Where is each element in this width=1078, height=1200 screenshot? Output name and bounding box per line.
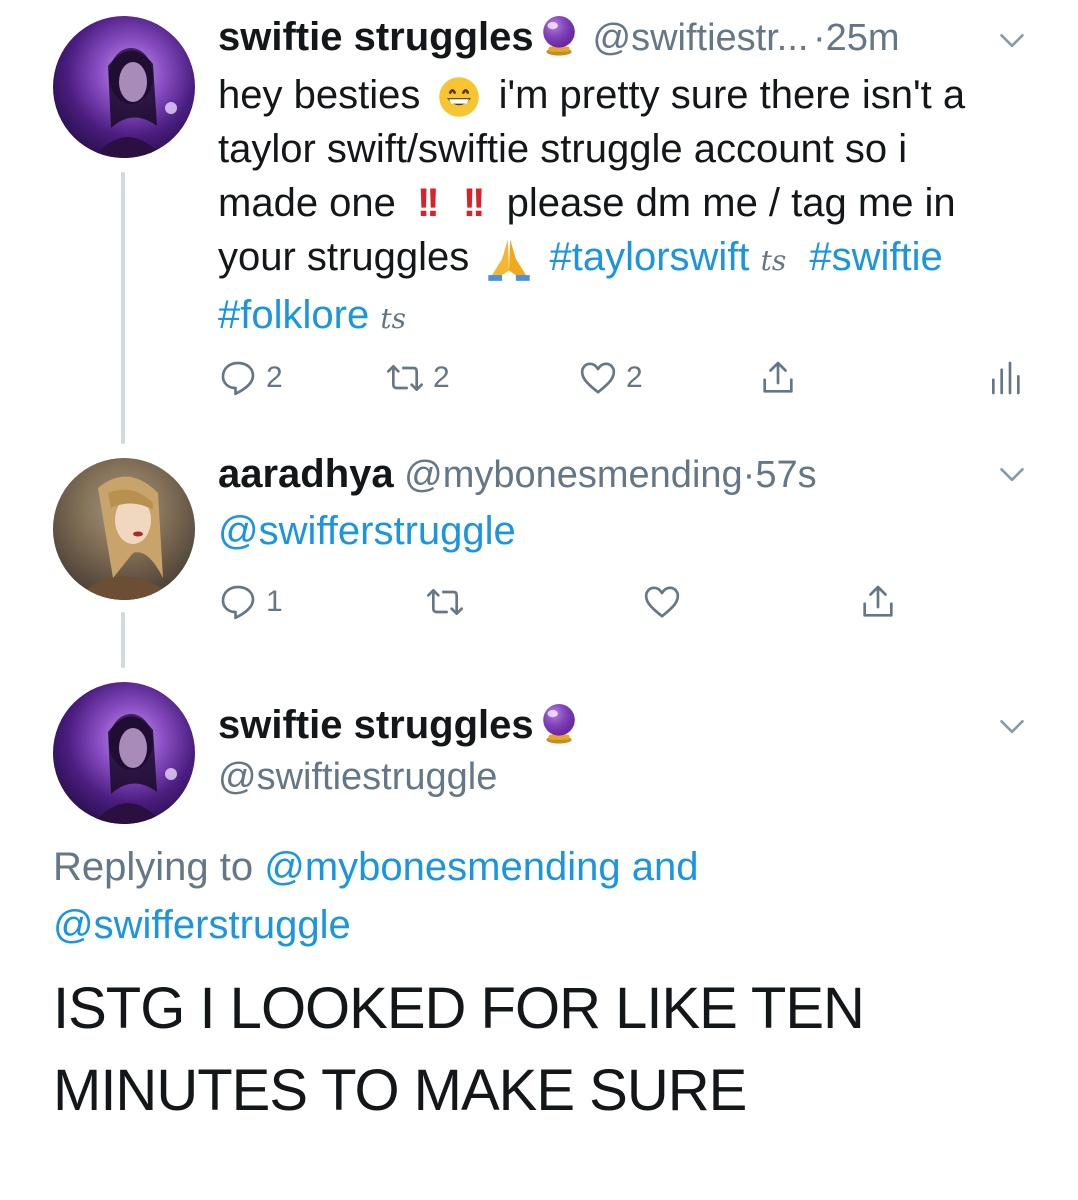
text-line: ISTG I LOOKED FOR LIKE TEN: [53, 976, 865, 1041]
mention-link[interactable]: @swifferstruggle: [53, 903, 351, 947]
grinning-face-icon: [439, 77, 480, 118]
avatar[interactable]: [53, 16, 195, 158]
user-handle[interactable]: @swiftiestr...: [593, 17, 809, 59]
thread-line: [121, 612, 125, 668]
tweet-header: swiftie struggles: [218, 702, 580, 748]
text-segment: i'm pretty sure there isn't a: [498, 73, 966, 117]
analytics-icon: [992, 361, 1020, 395]
reply-line: Replying to @mybonesmending and: [53, 838, 1053, 896]
text-line: hey besties i'm pretty sure there isn't …: [218, 68, 1058, 122]
analytics-button[interactable]: [985, 358, 1025, 398]
hashflag-badge: ts: [380, 302, 406, 335]
display-name[interactable]: aaradhya: [218, 452, 394, 496]
display-name[interactable]: swiftie struggles: [218, 15, 534, 59]
like-icon: [644, 586, 680, 618]
text-line: MINUTES TO MAKE SURE: [53, 1058, 747, 1123]
chevron-down-icon[interactable]: [998, 460, 1026, 488]
avatar[interactable]: [53, 682, 195, 824]
share-icon: [763, 361, 793, 393]
tweet-text: ISTG I LOOKED FOR LIKE TEN MINUTES TO MA…: [53, 968, 1053, 1132]
reply-and[interactable]: and: [632, 845, 699, 889]
text-line: taylor swift/swiftie struggle account so…: [218, 127, 908, 171]
mention-link[interactable]: @mybonesmending: [264, 845, 620, 889]
retweet-button[interactable]: [425, 582, 465, 622]
user-handle[interactable]: @swiftiestruggle: [218, 756, 497, 799]
reply-icon: [221, 361, 255, 396]
retweet-button[interactable]: 2: [385, 358, 450, 398]
folded-hands-icon: [488, 239, 531, 282]
replying-label: Replying to: [53, 845, 254, 889]
retweet-icon: [427, 589, 463, 615]
reply-count: 1: [266, 585, 283, 618]
double-exclamation-icon: !!: [462, 181, 486, 225]
reply-icon: [221, 585, 255, 620]
tweet-header: aaradhya @mybonesmending·57s: [218, 452, 1018, 502]
text-line: your struggles #taylorswift ts #swiftie: [218, 230, 1058, 288]
timestamp[interactable]: 57s: [755, 454, 816, 496]
share-icon: [863, 585, 893, 617]
user-handle[interactable]: @mybonesmending: [404, 454, 743, 496]
tweet-text: hey besties i'm pretty sure there isn't …: [218, 68, 1058, 346]
tweet-header: swiftie struggles @swiftiestr... ·25m: [218, 14, 1018, 64]
share-button[interactable]: [858, 582, 898, 622]
retweet-icon: [387, 365, 423, 391]
separator-dot: ·: [812, 17, 826, 59]
crystal-ball-icon: [543, 16, 575, 56]
avatar[interactable]: [53, 458, 195, 600]
tweet-text: @swifferstruggle: [218, 504, 516, 558]
hashtag-link[interactable]: #taylorswift: [549, 235, 749, 279]
like-button[interactable]: [642, 582, 682, 622]
separator-dot: ·: [742, 454, 756, 496]
reply-button[interactable]: 1: [218, 582, 283, 622]
reply-count: 2: [266, 361, 283, 394]
retweet-count: 2: [433, 361, 450, 394]
chevron-down-icon[interactable]: [998, 26, 1026, 54]
like-icon: [580, 362, 616, 394]
text-line: #folklore ts: [218, 288, 1058, 346]
display-name[interactable]: swiftie struggles: [218, 703, 534, 747]
mention-link[interactable]: @swifferstruggle: [218, 509, 516, 553]
hashflag-badge: ts: [760, 244, 787, 277]
reply-button[interactable]: 2: [218, 358, 283, 398]
text-segment: please dm me / tag me in: [506, 181, 956, 225]
hashtag-link[interactable]: #swiftie: [809, 235, 942, 279]
text-segment: hey besties: [218, 73, 421, 117]
crystal-ball-icon: [543, 704, 575, 744]
like-button[interactable]: 2: [578, 358, 643, 398]
double-exclamation-icon: !!: [417, 181, 440, 225]
text-segment: made one: [218, 181, 396, 225]
text-segment: your struggles: [218, 235, 470, 279]
reply-line: @swifferstruggle: [53, 896, 1053, 954]
share-button[interactable]: [758, 358, 798, 398]
timestamp[interactable]: 25m: [826, 17, 900, 59]
thread-line: [121, 172, 125, 444]
like-count: 2: [626, 361, 643, 394]
replying-to: Replying to @mybonesmending and @swiffer…: [53, 838, 1053, 954]
chevron-down-icon[interactable]: [998, 712, 1026, 740]
hashtag-link[interactable]: #folklore: [218, 293, 369, 337]
text-line: made one !! !! please dm me / tag me in: [218, 176, 1058, 230]
